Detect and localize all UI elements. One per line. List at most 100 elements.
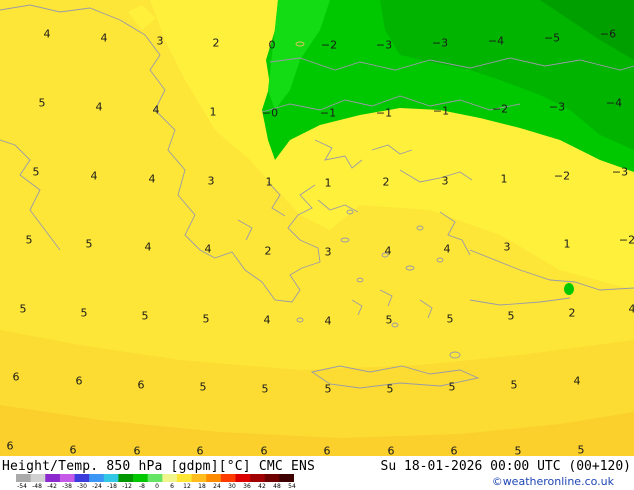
weather-map-frame: 4 4 3 2 0 −2 −3 −3 −4 −5 −6 5 4 4 1 −0 −1 −1 −1 −2 −3 −4 5 4 4 3 1…	[0, 0, 634, 490]
color-scale-tick: -24	[92, 483, 102, 490]
temperature-label: 2	[568, 306, 576, 320]
temperature-label: 5	[261, 382, 269, 396]
temperature-label: 5	[386, 382, 394, 396]
temperature-label: −0	[261, 106, 279, 120]
color-scale-tick: 18	[198, 483, 206, 490]
color-scale-segment	[103, 474, 119, 482]
temperature-label: −2	[553, 169, 571, 183]
temperature-label: 3	[207, 174, 215, 188]
color-scale-tick: -38	[62, 483, 72, 490]
temperature-label: 6	[323, 444, 331, 458]
color-scale-segment	[147, 474, 163, 482]
temperature-label: 4	[148, 172, 156, 186]
color-scale-tick: -30	[77, 483, 87, 490]
temperature-label: 4	[100, 31, 108, 45]
temperature-label: 1	[209, 105, 217, 119]
color-scale-segment	[59, 474, 76, 482]
color-scale-segment	[133, 474, 149, 482]
temperature-label: 4	[263, 313, 271, 327]
temperature-label: 3	[441, 174, 449, 188]
temperature-label: 5	[19, 302, 27, 316]
temperature-label: 6	[6, 439, 14, 453]
color-scale-tick: 48	[273, 483, 281, 490]
temperature-label: 5	[80, 306, 88, 320]
temperature-label: −2	[618, 233, 634, 247]
temperature-label: 5	[507, 309, 515, 323]
temperature-label: 5	[85, 237, 93, 251]
color-scale-tick: -42	[47, 483, 57, 490]
temperature-label: −4	[487, 34, 505, 48]
temperature-label: 5	[32, 165, 40, 179]
temperature-label: 5	[324, 382, 332, 396]
temperature-label: 4	[384, 244, 392, 258]
color-scale-tick: 12	[183, 483, 191, 490]
color-scale-segment	[16, 474, 32, 482]
temperature-label: 1	[324, 176, 332, 190]
temperature-label: 6	[137, 378, 145, 392]
temperature-label: −1	[432, 104, 450, 118]
color-scale-tick: 24	[213, 483, 221, 490]
temperature-label: 5	[446, 312, 454, 326]
temperature-label: −6	[599, 27, 617, 41]
temperature-label: 4	[573, 374, 581, 388]
color-scale-tick: 6	[170, 483, 174, 490]
temperature-label: −1	[375, 106, 393, 120]
temperature-label: 6	[387, 444, 395, 458]
color-scale-segment	[220, 474, 236, 482]
temperature-label: −5	[543, 31, 561, 45]
temperature-label: −2	[320, 38, 338, 52]
color-scale-tick: -48	[32, 483, 42, 490]
temperature-label: −3	[431, 36, 449, 50]
temperature-label: 6	[133, 444, 141, 458]
temperature-label: −3	[375, 38, 393, 52]
color-scale-segment	[89, 474, 105, 482]
map-title: Height/Temp. 850 hPa [gdpm][°C] CMC ENS	[2, 459, 316, 474]
temperature-label: 4	[324, 314, 332, 328]
temperature-label: 5	[448, 380, 456, 394]
temperature-label: 5	[38, 96, 46, 110]
temperature-label: 6	[12, 370, 20, 384]
temperature-label: −4	[605, 96, 623, 110]
color-scale-segment	[30, 474, 46, 482]
temperature-map	[0, 0, 634, 456]
temperature-label: 2	[382, 175, 390, 189]
temperature-label: 1	[500, 172, 508, 186]
temperature-label: −3	[611, 165, 629, 179]
temperature-label: 5	[514, 444, 522, 458]
temperature-label: 5	[510, 378, 518, 392]
temperature-label: 4	[628, 302, 634, 316]
temperature-label: 5	[141, 309, 149, 323]
temperature-label: −3	[548, 100, 566, 114]
color-scale-segment	[176, 474, 193, 482]
temperature-label: 4	[152, 103, 160, 117]
cold-pocket	[564, 283, 574, 295]
color-scale-tick: 54	[288, 483, 296, 490]
temperature-label: 3	[156, 34, 164, 48]
temperature-label: 6	[260, 444, 268, 458]
color-scale-tick: 42	[258, 483, 266, 490]
temperature-label: −2	[491, 102, 509, 116]
color-scale-segment	[264, 474, 280, 482]
color-scale-segment	[279, 474, 294, 482]
temperature-label: 1	[563, 237, 571, 251]
color-scale-tick: -54	[17, 483, 27, 490]
temperature-label: 5	[577, 443, 585, 457]
temperature-label: 4	[90, 169, 98, 183]
color-scale-segment	[118, 474, 134, 482]
color-scale-tick: 30	[228, 483, 236, 490]
temperature-label: 4	[95, 100, 103, 114]
credit-link[interactable]: ©weatheronline.co.uk	[492, 475, 614, 488]
color-scale-segment	[162, 474, 178, 482]
color-scale-tick: 0	[155, 483, 159, 490]
temperature-label: 3	[324, 245, 332, 259]
temperature-label: 2	[264, 244, 272, 258]
temperature-label: 6	[450, 444, 458, 458]
temperature-label: 5	[202, 312, 210, 326]
temperature-label: 4	[204, 242, 212, 256]
color-scale-segment	[250, 474, 266, 482]
map-date: Su 18-01-2026 00:00 UTC (00+120)	[380, 459, 631, 474]
color-scale-tick: 36	[243, 483, 251, 490]
color-scale-tick: -8	[139, 483, 145, 490]
temperature-label: 2	[212, 36, 220, 50]
temperature-label: 6	[69, 443, 77, 457]
